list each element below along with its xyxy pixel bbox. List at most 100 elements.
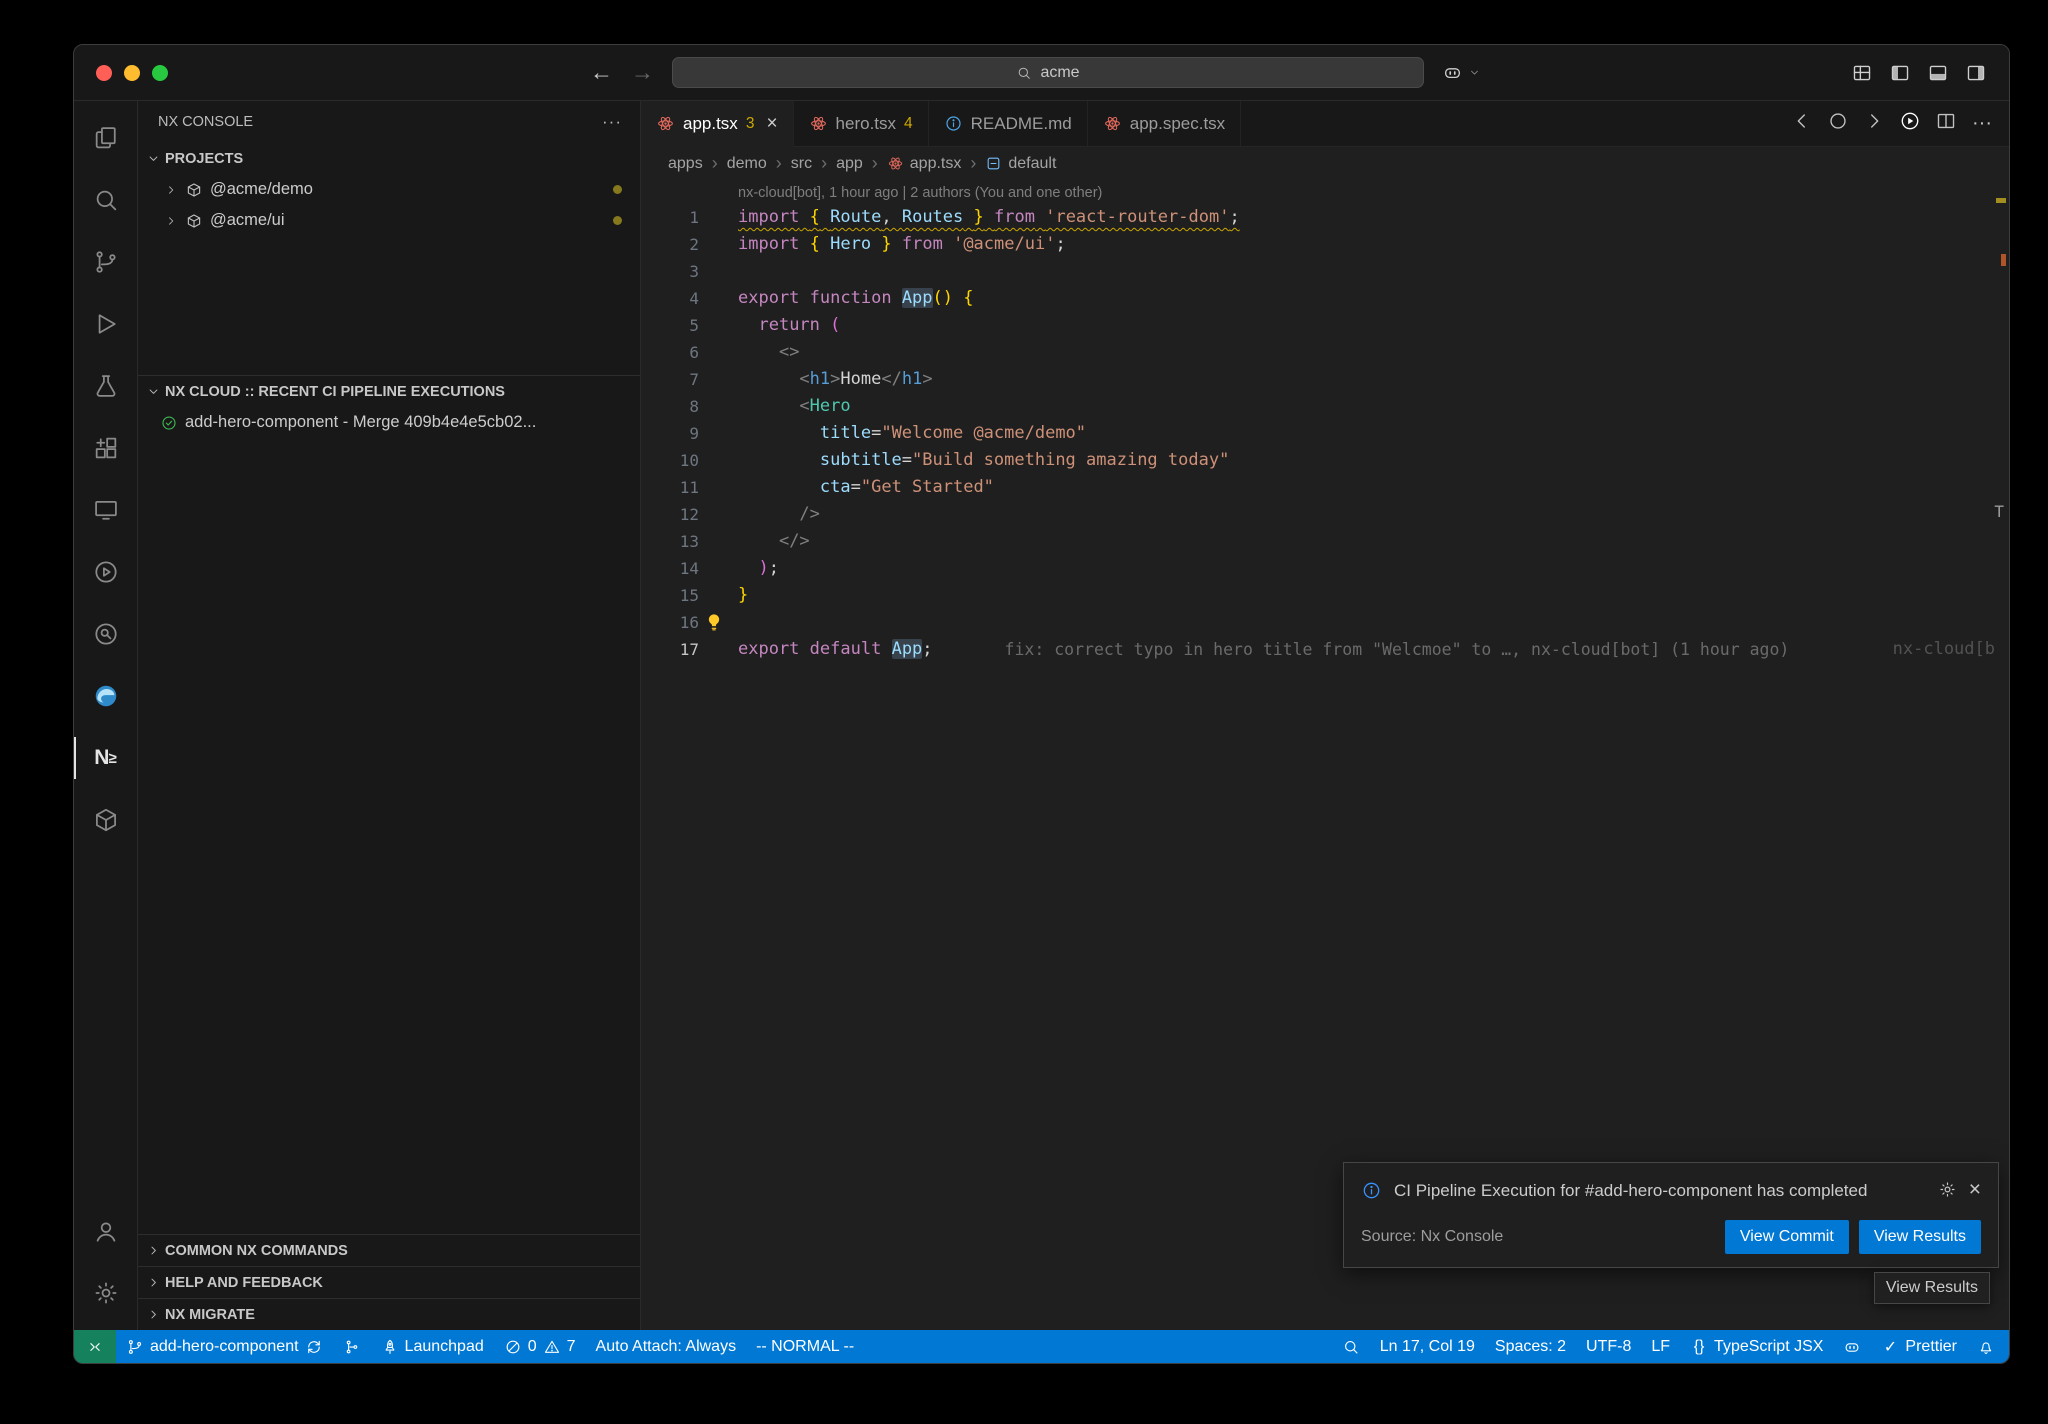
activitybar-nx-console[interactable]: N≥: [74, 727, 137, 789]
activitybar-nx-cloud[interactable]: [74, 541, 137, 603]
view-results-button[interactable]: View Results: [1859, 1220, 1981, 1254]
editor-action-outline[interactable]: [1827, 110, 1849, 137]
activitybar-remote-explorer[interactable]: [74, 479, 137, 541]
statusbar-language-mode[interactable]: {}TypeScript JSX: [1680, 1330, 1833, 1363]
more-actions-icon[interactable]: ···: [602, 112, 622, 132]
statusbar-indentation[interactable]: Spaces: 2: [1485, 1330, 1576, 1363]
sidebar-section-common-nx-commands[interactable]: COMMON NX COMMANDS: [138, 1234, 640, 1266]
close-window-button[interactable]: [96, 65, 112, 81]
git-blame-codelens[interactable]: nx-cloud[bot], 1 hour ago | 2 authors (Y…: [738, 185, 2009, 201]
breadcrumb-item-app[interactable]: app: [836, 155, 863, 173]
statusbar-problems[interactable]: 07: [494, 1330, 586, 1363]
code-line-14[interactable]: 14 );: [641, 555, 2009, 582]
project-item-acme-ui[interactable]: @acme/ui: [138, 205, 640, 236]
code-line-3[interactable]: 3: [641, 258, 2009, 285]
view-commit-button[interactable]: View Commit: [1725, 1220, 1849, 1254]
code-line-1[interactable]: 1import { Route, Routes } from 'react-ro…: [641, 204, 2009, 231]
statusbar-notifications-bell[interactable]: [1967, 1330, 2005, 1363]
activitybar-inspector[interactable]: [74, 603, 137, 665]
code-line-7[interactable]: 7 <h1>Home</h1>: [641, 366, 2009, 393]
project-item-acme-demo[interactable]: @acme/demo: [138, 174, 640, 205]
statusbar-cursor-position[interactable]: Ln 17, Col 19: [1370, 1330, 1485, 1363]
code-line-17[interactable]: 17export default App;fix: correct typo i…: [641, 636, 2009, 663]
code-line-16[interactable]: 16: [641, 609, 2009, 636]
code-line-12[interactable]: 12 />: [641, 501, 2009, 528]
code-line-4[interactable]: 4export function App() {: [641, 285, 2009, 312]
code-line-2[interactable]: 2import { Hero } from '@acme/ui';: [641, 231, 2009, 258]
activitybar-explorer[interactable]: [74, 107, 137, 169]
history-forward-button[interactable]: →: [631, 61, 654, 84]
code-line-6[interactable]: 6 <>: [641, 339, 2009, 366]
editor-action-more-actions[interactable]: ···: [1971, 113, 1993, 135]
statusbar-formatter[interactable]: ✓Prettier: [1871, 1330, 1967, 1363]
activitybar-containers[interactable]: [74, 789, 137, 851]
copilot-menu[interactable]: [1442, 62, 1481, 83]
lightbulb-icon[interactable]: [704, 612, 724, 632]
code-line-10[interactable]: 10 subtitle="Build something amazing tod…: [641, 447, 2009, 474]
tab-hero-tsx[interactable]: hero.tsx4: [794, 101, 929, 146]
editor-action-go-forward[interactable]: [1863, 110, 1885, 137]
code-line-5[interactable]: 5 return (: [641, 312, 2009, 339]
tab-app-tsx[interactable]: app.tsx3×: [641, 101, 794, 147]
activitybar-run-and-debug[interactable]: [74, 293, 137, 355]
breadcrumb-item-src[interactable]: src: [791, 155, 812, 173]
toggle-primary-sidebar-icon[interactable]: [1889, 62, 1911, 84]
maximize-window-button[interactable]: [152, 65, 168, 81]
editor-action-split-editor[interactable]: [1935, 110, 1957, 137]
pipeline-execution-item[interactable]: add-hero-component - Merge 409b4e4e5cb02…: [138, 407, 640, 438]
statusbar-eol[interactable]: LF: [1641, 1330, 1680, 1363]
activitybar-edge-tools[interactable]: [74, 665, 137, 727]
activitybar-extensions[interactable]: [74, 417, 137, 479]
activitybar-accounts[interactable]: [74, 1200, 137, 1262]
activitybar-testing[interactable]: [74, 355, 137, 417]
modified-dot-icon: [613, 185, 622, 194]
code-line-8[interactable]: 8 <Hero: [641, 393, 2009, 420]
statusbar-copilot[interactable]: [1833, 1330, 1871, 1363]
toggle-secondary-sidebar-icon[interactable]: [1965, 62, 1987, 84]
line-number: 6: [641, 339, 699, 366]
code-editor[interactable]: nx-cloud[bot], 1 hour ago | 2 authors (Y…: [641, 180, 2009, 1330]
statusbar-launchpad[interactable]: Launchpad: [371, 1330, 494, 1363]
code-line-11[interactable]: 11 cta="Get Started": [641, 474, 2009, 501]
minimize-window-button[interactable]: [124, 65, 140, 81]
statusbar-zoom[interactable]: [1332, 1330, 1370, 1363]
code-line-13[interactable]: 13 </>: [641, 528, 2009, 555]
cube-icon: [92, 806, 120, 834]
gear-icon: [92, 1279, 120, 1307]
breadcrumb-separator: ›: [776, 153, 782, 174]
sidebar-section-help-and-feedback[interactable]: HELP AND FEEDBACK: [138, 1266, 640, 1298]
breadcrumb-item-app-tsx[interactable]: app.tsx: [887, 155, 962, 173]
editor-action-run-file[interactable]: [1899, 110, 1921, 137]
history-back-button[interactable]: ←: [590, 61, 613, 84]
activitybar-source-control[interactable]: [74, 231, 137, 293]
statusbar-auto-attach[interactable]: Auto Attach: Always: [586, 1330, 747, 1363]
breadcrumb-item-apps[interactable]: apps: [668, 155, 703, 173]
search-icon: [1016, 65, 1032, 81]
customize-layout-icon[interactable]: [1851, 62, 1873, 84]
editor-action-go-back[interactable]: [1791, 110, 1813, 137]
rocket-icon: [381, 1338, 399, 1356]
tab-app-spec-tsx[interactable]: app.spec.tsx: [1088, 101, 1241, 146]
tab-readme-md[interactable]: README.md: [929, 101, 1088, 146]
activitybar-settings[interactable]: [74, 1262, 137, 1324]
nx-cloud-section-header[interactable]: NX CLOUD :: RECENT CI PIPELINE EXECUTION…: [138, 376, 640, 407]
close-icon[interactable]: ×: [766, 114, 777, 133]
notification-settings-icon[interactable]: [1938, 1180, 1957, 1199]
sidebar-section-nx-migrate[interactable]: NX MIGRATE: [138, 1298, 640, 1330]
statusbar-git-branch[interactable]: add-hero-component: [116, 1330, 333, 1363]
code-line-9[interactable]: 9 title="Welcome @acme/demo": [641, 420, 2009, 447]
code-line-15[interactable]: 15}: [641, 582, 2009, 609]
breadcrumb-item-default[interactable]: default: [985, 155, 1056, 173]
activitybar-search[interactable]: [74, 169, 137, 231]
breadcrumb-item-demo[interactable]: demo: [727, 155, 767, 173]
statusbar-commit-graph[interactable]: [333, 1330, 371, 1363]
code-text: return (: [699, 312, 840, 339]
command-center-search[interactable]: acme: [672, 57, 1424, 88]
line-number: 11: [641, 474, 699, 501]
statusbar-vim-mode[interactable]: -- NORMAL --: [746, 1330, 864, 1363]
statusbar-encoding[interactable]: UTF-8: [1576, 1330, 1641, 1363]
statusbar-remote-indicator[interactable]: [74, 1330, 116, 1363]
close-icon[interactable]: ×: [1969, 1180, 1981, 1199]
projects-section-header[interactable]: PROJECTS: [138, 143, 640, 174]
toggle-panel-icon[interactable]: [1927, 62, 1949, 84]
